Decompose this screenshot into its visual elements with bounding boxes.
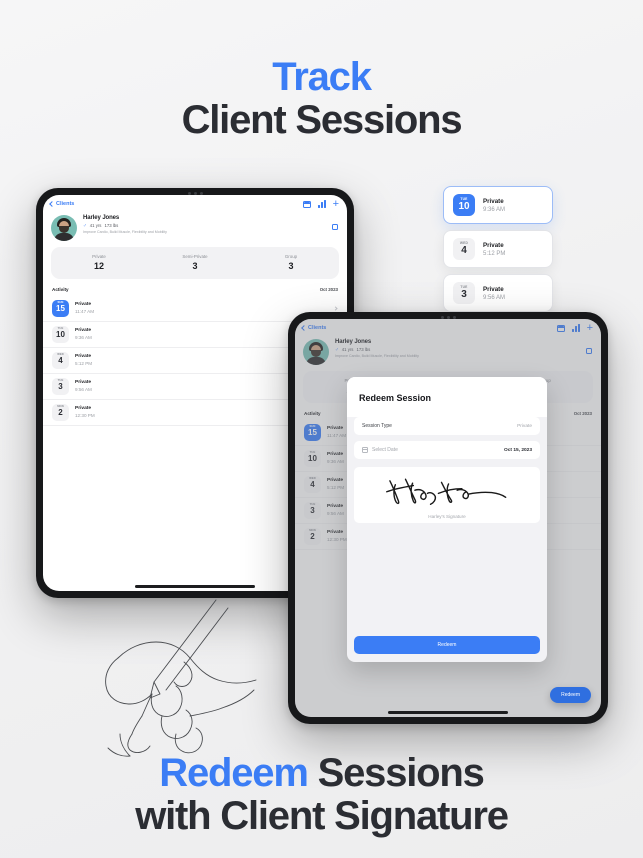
redeem-fab-button[interactable]: Redeem [550, 687, 591, 703]
redeem-session-modal: Redeem Session Session Type Private Sele… [347, 377, 547, 662]
client-age: 41 yrs [89, 223, 102, 228]
list-item[interactable]: TUE 10 Private 9:36 AM [443, 186, 553, 224]
day-chip: TUE 10 [52, 325, 69, 343]
signature-caption: Harley's Signature [428, 514, 466, 519]
session-time: 5:12 PM [75, 360, 93, 366]
session-type: Private [483, 197, 504, 205]
session-type: Private [483, 285, 504, 293]
stat-label: Semi-Private [182, 254, 208, 259]
headline-bottom: Redeem Sessions with Client Signature [0, 751, 643, 839]
signature-pad[interactable]: Harley's Signature [354, 467, 540, 523]
client-weight: 173 lbs [104, 223, 119, 228]
day-chip: MON 2 [52, 403, 69, 421]
list-item[interactable]: WED 4 Private 5:12 PM [443, 230, 553, 268]
session-time: 12:30 PM [75, 412, 95, 418]
session-type: Private [75, 302, 91, 308]
redeem-button[interactable]: Redeem [354, 636, 540, 654]
session-time: 9:56 AM [75, 386, 92, 392]
app-bar-icons: + [303, 199, 339, 210]
back-to-clients-button[interactable]: Clients [49, 201, 75, 207]
headline-bottom-rest: Sessions [307, 751, 485, 795]
day-number: 4 [58, 356, 63, 366]
day-chip: WED 4 [453, 238, 475, 260]
male-icon: ♂ [83, 222, 87, 229]
session-type: Private [75, 328, 91, 334]
select-date-row[interactable]: Select Date Oct 15, 2023 [354, 441, 540, 459]
stat-label: Private [92, 254, 106, 259]
session-type: Private [75, 380, 91, 386]
signature-ink [386, 478, 507, 506]
headline-top-accent: Track [272, 55, 372, 99]
session-time: 9:36 AM [75, 334, 92, 340]
day-chip: TUE 3 [453, 282, 475, 304]
app-bar: Clients + [43, 195, 347, 211]
activity-title: Activity [52, 286, 69, 292]
session-time: 9:36 AM [483, 206, 506, 213]
home-indicator [135, 585, 255, 588]
session-time: 11:47 AM [75, 308, 95, 314]
day-number: 2 [58, 408, 63, 418]
chevron-left-icon [49, 201, 55, 207]
day-chip: SUN 15 [52, 299, 69, 317]
chevron-right-icon [333, 305, 338, 311]
stat-value: 3 [192, 260, 198, 271]
avatar [51, 215, 77, 241]
plus-icon[interactable]: + [333, 199, 339, 210]
day-number: 3 [461, 289, 467, 301]
stat-semi-private: Semi-Private 3 [147, 254, 243, 271]
day-number: 10 [458, 201, 470, 213]
list-item[interactable]: TUE 3 Private 9:56 AM [443, 274, 553, 312]
headline-bottom-accent: Redeem [159, 751, 309, 795]
day-chip: TUE 3 [52, 377, 69, 395]
hand-drawing-illustration [105, 599, 257, 757]
session-type-row[interactable]: Session Type Private [354, 417, 540, 435]
bar-chart-icon[interactable] [318, 200, 326, 208]
modal-spacer [347, 523, 547, 636]
stat-value: 3 [288, 260, 294, 271]
client-name: Harley Jones [83, 215, 120, 221]
day-chip: WED 4 [52, 351, 69, 369]
modal-title: Redeem Session [347, 377, 547, 417]
select-date-label: Select Date [362, 447, 398, 453]
stat-group: Group 3 [243, 254, 339, 271]
session-type-label: Session Type [362, 423, 392, 429]
session-type: Private [75, 354, 91, 360]
tablet-right: Clients + Harley Jones ♂ 41 yrs 173 lbs … [288, 312, 608, 724]
activity-month: Oct 2023 [319, 286, 338, 292]
client-profile: Harley Jones ♂ 41 yrs 173 lbs Improve Ca… [43, 211, 347, 247]
session-time: 9:56 AM [483, 294, 506, 301]
session-type: Private [483, 241, 504, 249]
day-number: 15 [56, 304, 65, 314]
floating-session-cards: TUE 10 Private 9:36 AM WED 4 Private 5:1… [443, 186, 553, 312]
back-label: Clients [56, 201, 75, 207]
client-meta: ♂ 41 yrs 173 lbs [83, 223, 167, 229]
activity-header: Activity Oct 2023 [43, 279, 347, 296]
stat-private: Private 12 [51, 254, 147, 271]
session-type-value: Private [517, 423, 532, 429]
day-number: 3 [58, 382, 63, 392]
tablet-right-screen: Clients + Harley Jones ♂ 41 yrs 173 lbs … [295, 319, 601, 717]
day-number: 10 [56, 330, 65, 340]
note-icon[interactable] [303, 200, 312, 208]
calendar-icon [362, 447, 368, 453]
home-indicator [388, 711, 508, 714]
selected-date-value: Oct 15, 2023 [503, 447, 532, 453]
edit-icon[interactable] [332, 224, 338, 230]
day-chip: TUE 10 [453, 194, 475, 216]
headline-top-line2: Client Sessions [181, 98, 463, 143]
session-stats: Private 12 Semi-Private 3 Group 3 [51, 247, 339, 279]
stat-value: 12 [93, 260, 104, 271]
session-time: 5:12 PM [483, 250, 506, 257]
stat-label: Group [284, 254, 298, 259]
headline-bottom-line2: with Client Signature [135, 794, 509, 839]
client-goals: Improve Cardio, Build Muscle, Flexibilit… [83, 230, 167, 234]
day-number: 4 [461, 245, 467, 257]
headline-bottom-line1: Redeem Sessions [0, 751, 643, 795]
session-type: Private [75, 406, 91, 412]
headline-top: Track Client Sessions [0, 55, 643, 143]
